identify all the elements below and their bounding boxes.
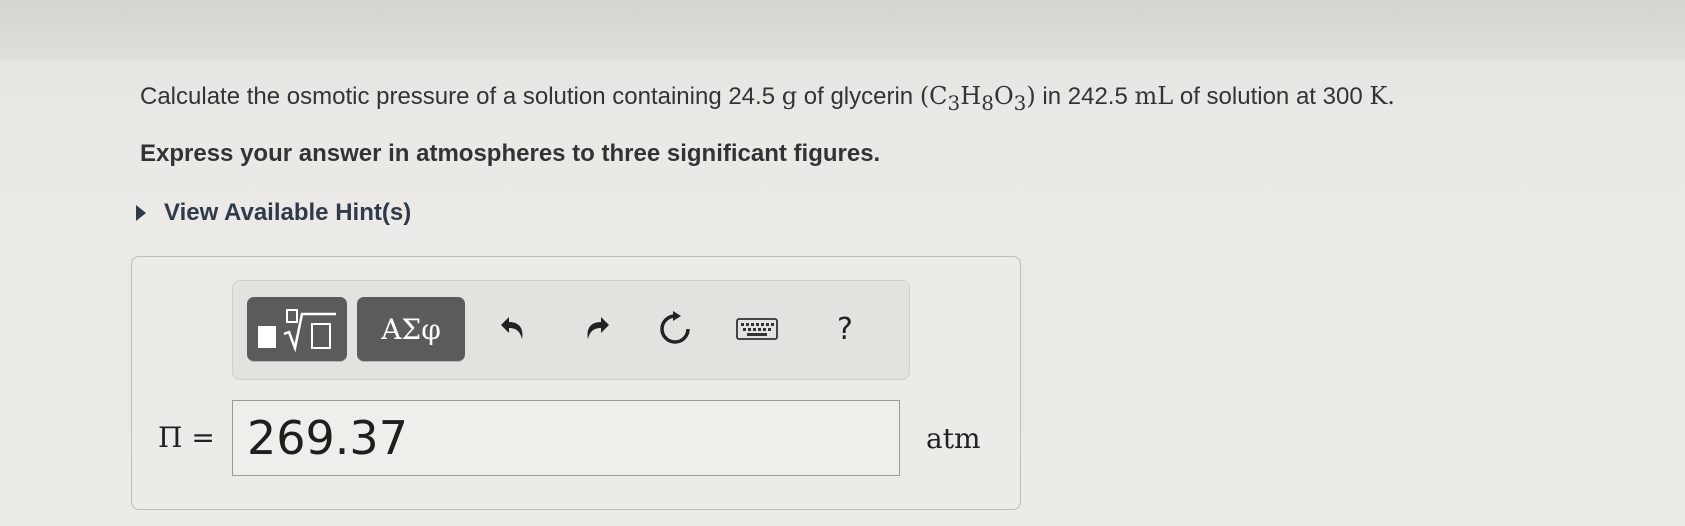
- answer-input[interactable]: 269.37: [232, 400, 900, 476]
- greek-symbols-button[interactable]: ΑΣφ: [357, 297, 465, 361]
- header-strip: [0, 0, 1685, 60]
- reset-button[interactable]: [651, 305, 699, 353]
- osmotic-pressure-label: Π =: [158, 421, 215, 454]
- templates-button[interactable]: [247, 297, 347, 361]
- caret-right-icon: [136, 205, 146, 221]
- instruction-text: Express your answer in atmospheres to th…: [140, 140, 881, 167]
- question-text: Calculate the osmotic pressure of a solu…: [140, 82, 1395, 115]
- reset-icon: [660, 311, 690, 344]
- redo-button[interactable]: [573, 305, 621, 353]
- undo-icon: [501, 317, 523, 339]
- help-button[interactable]: ?: [821, 305, 869, 353]
- math-toolbar: ΑΣφ ?: [232, 280, 910, 380]
- undo-button[interactable]: [489, 305, 537, 353]
- keyboard-button[interactable]: [733, 305, 781, 353]
- hints-label: View Available Hint(s): [164, 199, 412, 226]
- keyboard-icon: [736, 318, 778, 340]
- templates-icon: [258, 309, 336, 353]
- view-hints-toggle[interactable]: View Available Hint(s): [136, 193, 411, 233]
- redo-icon: [587, 317, 609, 339]
- glycerin-formula: (C3H8O3): [919, 82, 1036, 115]
- unit-label: atm: [926, 422, 981, 455]
